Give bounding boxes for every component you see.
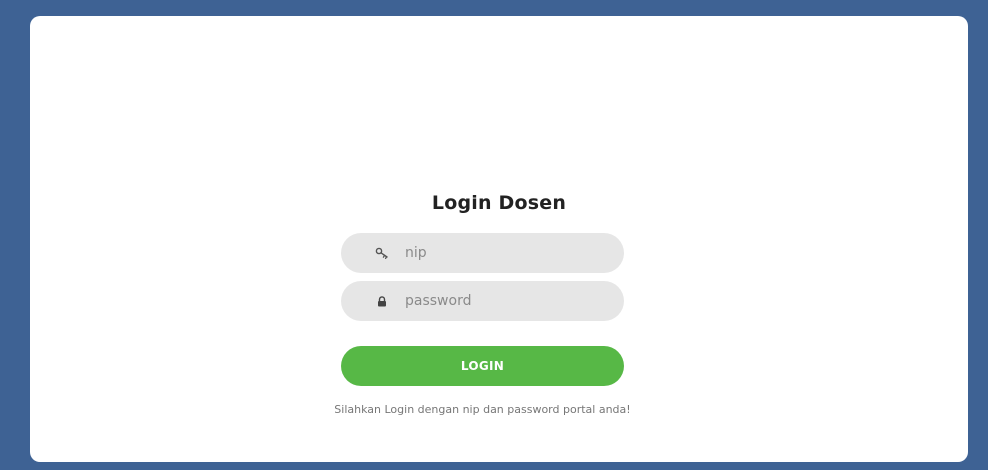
login-card: Login Dosen LOGIN Silahkan Login dengan …	[30, 16, 968, 462]
nip-input[interactable]	[405, 233, 605, 273]
lock-icon	[374, 281, 390, 321]
page-title: Login Dosen	[431, 192, 567, 214]
password-input[interactable]	[405, 281, 605, 321]
login-button[interactable]: LOGIN	[341, 346, 624, 386]
login-hint-text: Silahkan Login dengan nip dan password p…	[334, 403, 631, 416]
password-field-wrapper[interactable]	[341, 281, 624, 321]
nip-field-wrapper[interactable]	[341, 233, 624, 273]
key-icon	[374, 233, 390, 273]
